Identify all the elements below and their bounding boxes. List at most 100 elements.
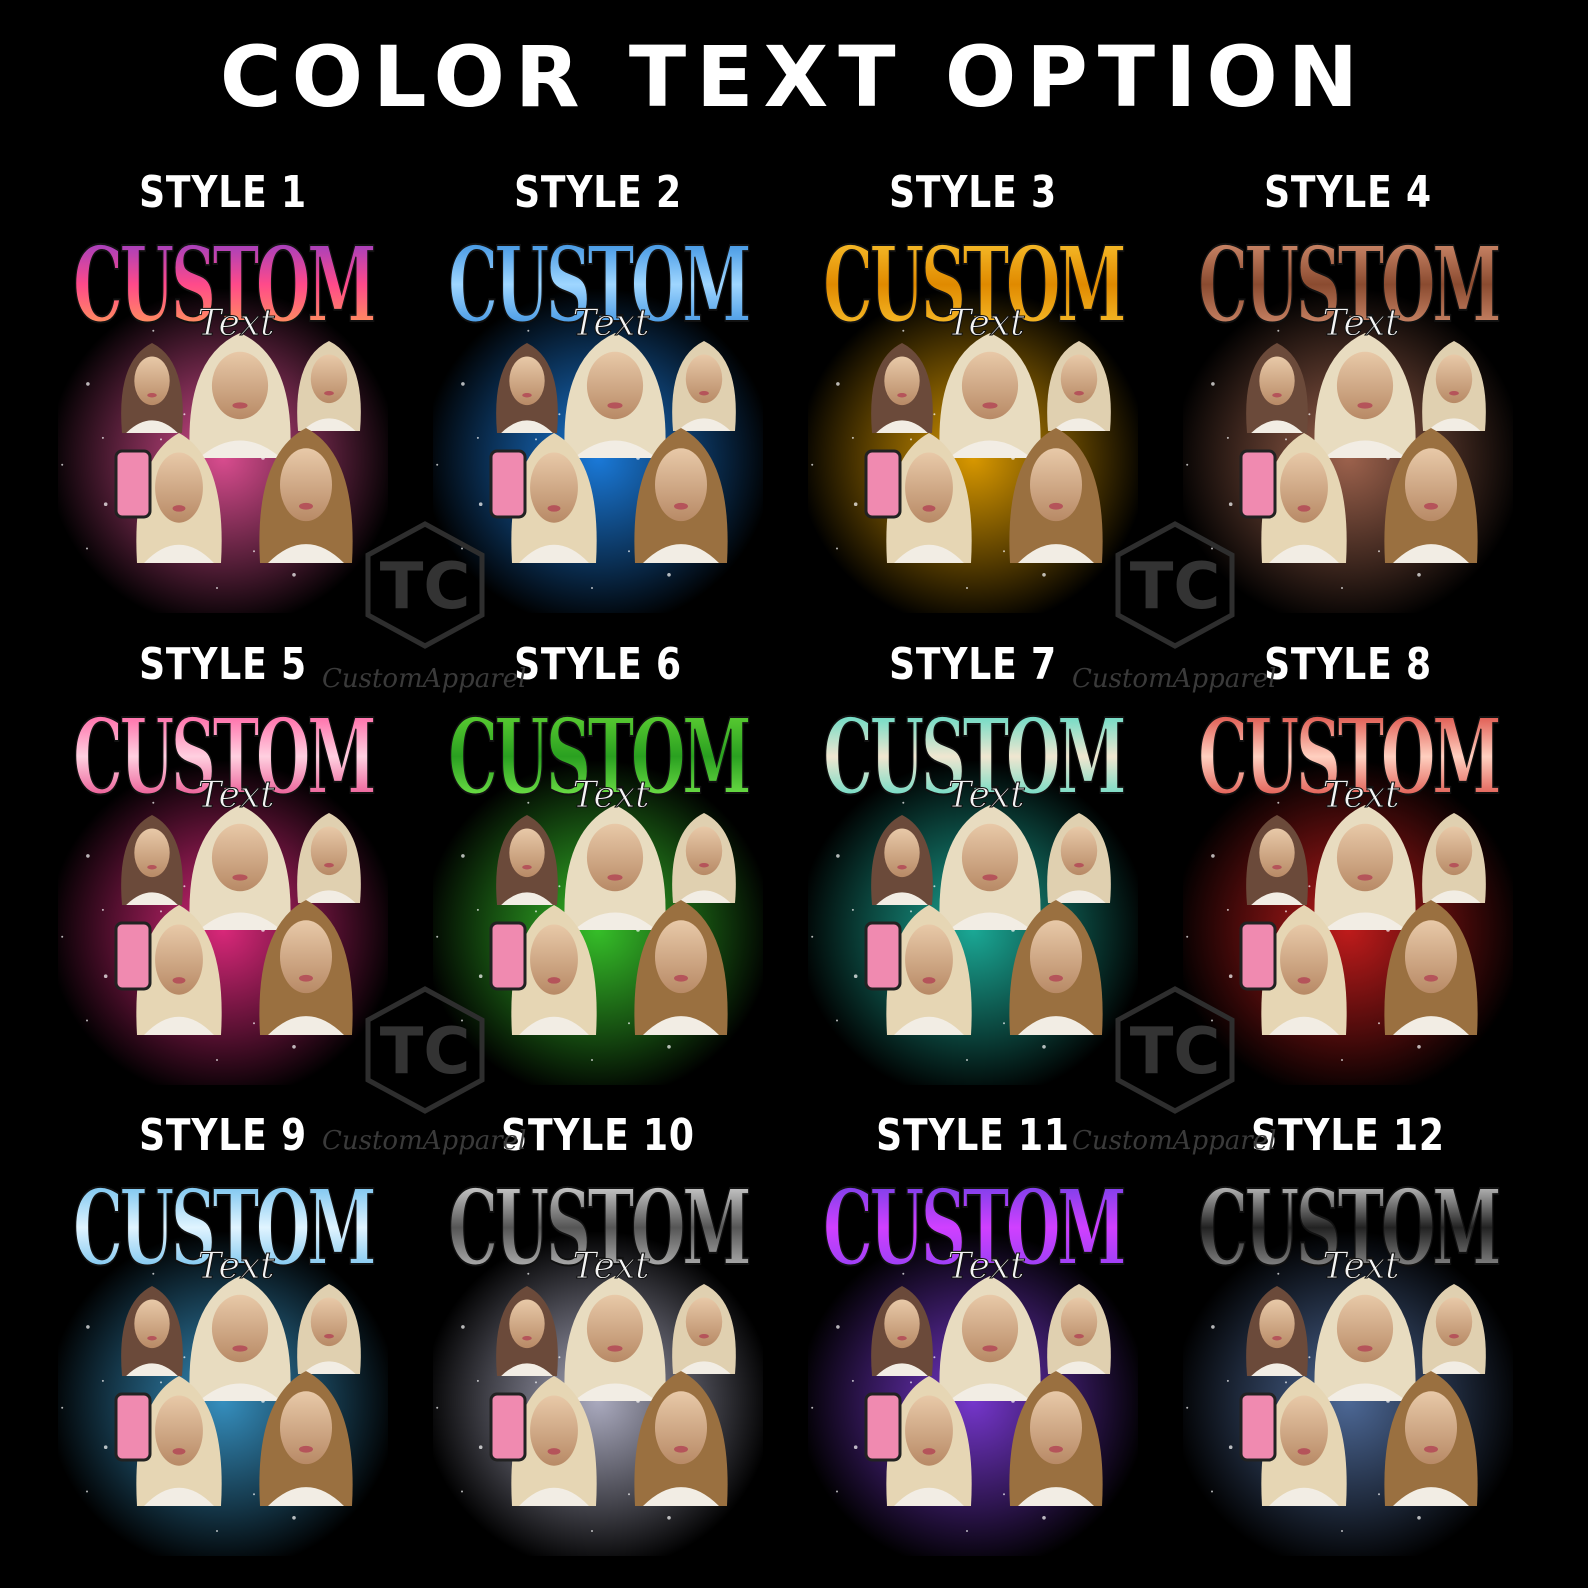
phone-image [864, 449, 902, 519]
style-option-card[interactable]: STYLE 12 CUSTOM Text [1183, 1108, 1513, 1556]
sparkle [1042, 1516, 1046, 1520]
sparkle [1285, 438, 1287, 441]
sparkle [61, 935, 64, 938]
sparkle [628, 1022, 630, 1025]
style-option-card[interactable]: STYLE 3 CUSTOM Text [808, 165, 1138, 613]
style-option-card[interactable]: STYLE 1 CUSTOM Text [58, 165, 388, 613]
sparkle [461, 1325, 465, 1329]
sparkle [86, 547, 88, 550]
sparkle [535, 438, 537, 441]
text-script-word: Text [947, 775, 1025, 816]
sparkle [1042, 1045, 1046, 1049]
style-label: STYLE 2 [514, 167, 682, 218]
sparkle [86, 854, 90, 858]
text-script-word: Text [197, 303, 275, 344]
tc-logo-watermark: TC [360, 520, 490, 650]
sparkle [1003, 1493, 1005, 1496]
page-title: COLOR TEXT OPTION [219, 28, 1369, 126]
sparkle [216, 1530, 218, 1532]
style-label: STYLE 11 [876, 1110, 1070, 1161]
phone-image [1239, 1392, 1277, 1462]
sparkle [591, 587, 593, 589]
design-preview: CUSTOM Text [58, 695, 388, 1085]
sparkle [966, 1530, 968, 1532]
sparkle [1003, 1022, 1005, 1025]
text-script-word: Text [572, 1246, 650, 1287]
sparkle [591, 1059, 593, 1061]
style-label: STYLE 7 [889, 639, 1057, 690]
phone-image [489, 449, 527, 519]
sparkle [811, 463, 814, 466]
sparkle [183, 885, 186, 888]
sparkle [1228, 502, 1233, 507]
sparkle [292, 1516, 296, 1520]
sparkle [558, 413, 561, 416]
sparkle [836, 547, 838, 550]
sparkle [461, 854, 465, 858]
sparkle [811, 1406, 814, 1409]
style-option-card[interactable]: STYLE 7 CUSTOM Text [808, 637, 1138, 1085]
sparkle [183, 1356, 186, 1359]
sparkle [1417, 573, 1421, 577]
sparkle [61, 1406, 64, 1409]
sparkle [853, 1445, 858, 1449]
text-script-word: Text [1322, 303, 1400, 344]
text-script-word: Text [1322, 1246, 1400, 1287]
sparkle [478, 502, 483, 507]
sparkle [103, 974, 108, 978]
sparkle [933, 413, 936, 416]
sparkle [667, 1045, 671, 1049]
sparkle [667, 1516, 671, 1520]
sparkle [1211, 854, 1215, 858]
sparkle [1308, 885, 1311, 888]
design-preview: CUSTOM Text [58, 223, 388, 613]
design-preview: CUSTOM Text [1183, 1166, 1513, 1556]
phone-image [489, 1392, 527, 1462]
sparkle [933, 885, 936, 888]
sparkle [61, 463, 64, 466]
sparkle [836, 1490, 838, 1493]
sparkle [160, 1381, 162, 1384]
style-option-card[interactable]: STYLE 5 CUSTOM Text [58, 637, 388, 1085]
sparkle [436, 1406, 439, 1409]
sparkle [1285, 1381, 1287, 1384]
design-preview: CUSTOM Text [808, 1166, 1138, 1556]
style-label: STYLE 1 [139, 167, 307, 218]
design-preview: CUSTOM Text [433, 1166, 763, 1556]
phone-image [864, 921, 902, 991]
sparkle [1341, 1059, 1343, 1061]
sparkle [86, 1325, 90, 1329]
style-option-card[interactable]: STYLE 10 CUSTOM Text [433, 1108, 763, 1556]
sparkle [476, 436, 479, 439]
sparkle [910, 910, 912, 913]
sparkle [966, 1059, 968, 1061]
sparkle [478, 1445, 483, 1449]
phone-image [114, 921, 152, 991]
sparkle [292, 573, 296, 577]
sparkle [1226, 1379, 1229, 1382]
design-preview: CUSTOM Text [808, 223, 1138, 613]
phone-image [1239, 449, 1277, 519]
style-option-card[interactable]: STYLE 11 CUSTOM Text [808, 1108, 1138, 1556]
sparkle [476, 908, 479, 911]
text-script-word: Text [947, 303, 1025, 344]
sparkle [1042, 573, 1046, 577]
sparkle [836, 1019, 838, 1022]
tc-logo-letters: TC [380, 550, 471, 624]
sparkle [253, 1022, 255, 1025]
text-script-word: Text [572, 303, 650, 344]
watermark-brand: CustomApparel [322, 1126, 527, 1156]
sparkle [1417, 1045, 1421, 1049]
sparkle [910, 1381, 912, 1384]
sparkle [836, 1325, 840, 1329]
sparkle [853, 502, 858, 507]
text-script-word: Text [947, 1246, 1025, 1287]
style-option-card[interactable]: STYLE 9 CUSTOM Text [58, 1108, 388, 1556]
sparkle [811, 935, 814, 938]
sparkle [1308, 413, 1311, 416]
watermark-brand: CustomApparel [322, 664, 527, 694]
sparkle [591, 1530, 593, 1532]
sparkle [461, 382, 465, 386]
sparkle [558, 885, 561, 888]
tc-logo-letters: TC [1130, 1015, 1221, 1089]
